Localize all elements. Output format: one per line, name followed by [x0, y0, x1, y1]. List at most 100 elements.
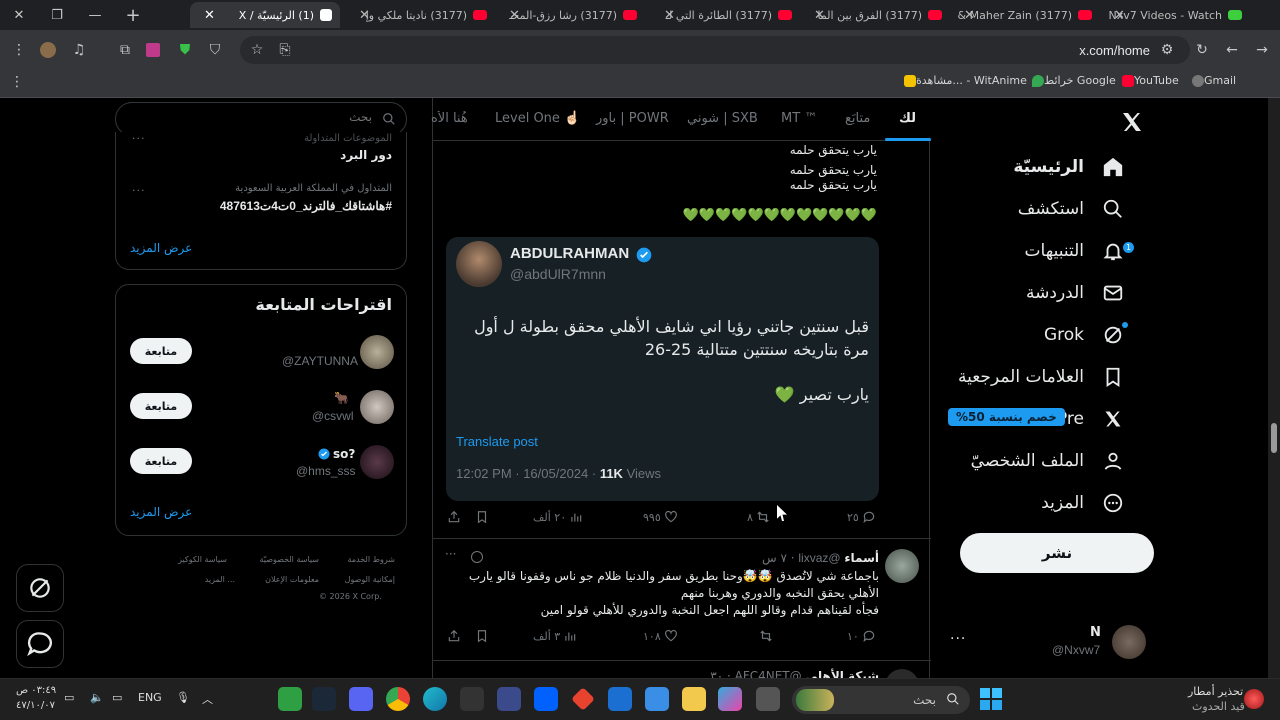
views-button[interactable]: ٢٠ ألف: [533, 510, 583, 524]
app-icon[interactable]: [571, 687, 595, 711]
tweet-time[interactable]: · ٧ س: [762, 551, 795, 565]
translate-post-link[interactable]: Translate post: [456, 434, 538, 449]
forward-icon[interactable]: →: [1253, 42, 1271, 58]
minimize-window-icon[interactable]: —: [76, 0, 114, 30]
more-dots-icon[interactable]: ···: [445, 547, 456, 561]
page-scrollbar[interactable]: [1268, 98, 1280, 678]
tweet-author-handle[interactable]: @lixvaz: [798, 551, 840, 565]
follow-button[interactable]: متابعة: [130, 338, 192, 364]
footer-link[interactable]: ... المزيد: [205, 575, 235, 584]
epic-games-icon[interactable]: [460, 687, 484, 711]
extension-icon[interactable]: [146, 43, 160, 57]
address-bar[interactable]: x.com/home: [240, 36, 1190, 64]
reload-icon[interactable]: ↻: [1193, 42, 1211, 58]
suggestion-avatar[interactable]: [360, 445, 394, 479]
bookmark-witanime[interactable]: مشاهدة... - WitAnime: [899, 74, 1027, 87]
tweet-avatar[interactable]: [885, 549, 919, 583]
browser-tab[interactable]: (3177) رشا رزق-المحـ ✕: [495, 2, 645, 28]
footer-link[interactable]: إمكانية الوصول: [345, 575, 395, 584]
share-button[interactable]: [447, 510, 461, 524]
footer-link[interactable]: سياسة الكوكيز: [178, 555, 227, 564]
premium-discount-pill[interactable]: خصم بنسبة 50%: [948, 408, 1065, 426]
repost-button[interactable]: ٨: [747, 510, 770, 524]
grok-icon[interactable]: [471, 551, 483, 563]
back-icon[interactable]: ←: [1223, 42, 1241, 58]
bookmark-gmail[interactable]: Gmail: [1187, 74, 1236, 87]
nav-messages[interactable]: الدردشة: [1026, 273, 1126, 313]
views-button[interactable]: ٣ ألف: [533, 629, 577, 643]
more-dots-icon[interactable]: ···: [950, 631, 966, 647]
share-button[interactable]: [447, 629, 461, 643]
store-icon[interactable]: [645, 687, 669, 711]
tab-list[interactable]: MT ™: [781, 111, 817, 126]
menu-dots-icon[interactable]: ⋮: [10, 42, 28, 58]
weather-title[interactable]: تحذير أمطار: [1188, 685, 1243, 698]
nav-profile[interactable]: الملف الشخصيّ: [971, 441, 1126, 481]
tab-list[interactable]: باور | POWR: [596, 111, 669, 126]
tweet[interactable]: أسماء @lixvaz · ٧ س ··· باجماعة شي لاتُص…: [433, 538, 931, 643]
more-dots-icon[interactable]: ···: [132, 132, 146, 145]
like-button[interactable]: ٩٩٥: [643, 510, 678, 524]
suggestion-avatar[interactable]: [360, 390, 394, 424]
messages-floating-button[interactable]: [16, 620, 64, 668]
clock-time[interactable]: ٠٣:٤٩ ص: [16, 685, 56, 696]
clock-date[interactable]: ٤٧/١٠/٠٧: [16, 700, 55, 711]
volume-icon[interactable]: 🔈: [90, 691, 104, 704]
start-button[interactable]: [980, 688, 1002, 710]
quoted-tweet[interactable]: ABDULRAHMAN @abdUlR7mnn قبل سنتين جاتني …: [446, 237, 879, 501]
taskbar-search[interactable]: بحث: [792, 686, 970, 714]
tweet-author-handle[interactable]: @AFC4NET · ٣٠: [710, 669, 801, 678]
like-button[interactable]: ١٠٨: [643, 629, 678, 643]
tweet-author-name[interactable]: شبكة الأهلي: [805, 669, 879, 678]
scrollbar-thumb[interactable]: [1271, 423, 1277, 453]
grok-floating-button[interactable]: [16, 564, 64, 612]
dropbox-icon[interactable]: [534, 687, 558, 711]
tab-close-icon[interactable]: ✕: [359, 8, 370, 23]
trend-name[interactable]: دور البرد: [340, 148, 392, 162]
microphone-icon[interactable]: 🎙: [176, 691, 190, 704]
search-box[interactable]: [115, 102, 407, 136]
account-switcher[interactable]: N @Nxvw7 ···: [950, 623, 1170, 663]
search-input[interactable]: [132, 110, 372, 124]
extensions-icon[interactable]: ⧉: [116, 42, 134, 58]
task-view-icon[interactable]: [756, 687, 780, 711]
more-dots-icon[interactable]: ···: [132, 184, 146, 197]
nav-grok[interactable]: Grok: [1044, 315, 1128, 355]
quoted-author-handle[interactable]: @abdUlR7mnn: [510, 266, 606, 282]
suggestion-avatar[interactable]: [360, 335, 394, 369]
reply-button[interactable]: ١٠: [847, 629, 876, 643]
footer-link[interactable]: معلومات الإعلان: [265, 575, 319, 584]
bookmarks-overflow-icon[interactable]: ⋮: [8, 74, 26, 90]
adblock-shield-icon[interactable]: ⛊: [176, 42, 194, 58]
tab-close-icon[interactable]: ✕: [664, 8, 675, 23]
tab-close-icon[interactable]: ✕: [964, 8, 975, 23]
show-more-link[interactable]: عرض المزيد: [130, 241, 192, 255]
suggestion-handle[interactable]: @hms_sss: [296, 464, 356, 478]
browser-tab[interactable]: (3177) ناديتا ملكي وإ ✕: [345, 2, 495, 28]
nav-home[interactable]: الرئيسيّة: [1013, 147, 1126, 187]
tab-close-icon[interactable]: ✕: [814, 8, 825, 23]
quoted-author-name[interactable]: ABDULRAHMAN: [510, 245, 629, 262]
tab-for-you[interactable]: لك: [899, 111, 916, 126]
app-icon[interactable]: [497, 687, 521, 711]
restore-window-icon[interactable]: ❐: [38, 0, 76, 30]
repost-button[interactable]: [759, 629, 773, 643]
browser-tab-active[interactable]: (1) الرئيسيّة / X ✕: [190, 2, 340, 28]
tab-close-icon[interactable]: ✕: [1114, 8, 1125, 23]
media-control-icon[interactable]: ♫: [70, 42, 88, 58]
install-app-icon[interactable]: ⎘: [276, 42, 294, 58]
network-icon[interactable]: ▭: [112, 691, 122, 704]
tab-close-icon[interactable]: ✕: [204, 8, 215, 23]
extension-avatar-icon[interactable]: [40, 42, 56, 58]
tweet-author-name[interactable]: أسماء: [844, 551, 879, 565]
tab-list[interactable]: شوني | SXB: [687, 111, 758, 126]
discord-icon[interactable]: [349, 687, 373, 711]
quoted-timestamp[interactable]: 12:02 PM · 16/05/2024 ·: [456, 466, 600, 481]
copilot-icon[interactable]: [718, 687, 742, 711]
post-button[interactable]: نشر: [960, 533, 1154, 573]
tab-close-icon[interactable]: ✕: [509, 8, 520, 23]
site-settings-icon[interactable]: ⚙: [1158, 42, 1176, 58]
nav-explore[interactable]: استكشف: [1018, 189, 1126, 229]
shield-icon[interactable]: ⛉: [206, 42, 224, 58]
x-logo-icon[interactable]: [1120, 110, 1148, 136]
